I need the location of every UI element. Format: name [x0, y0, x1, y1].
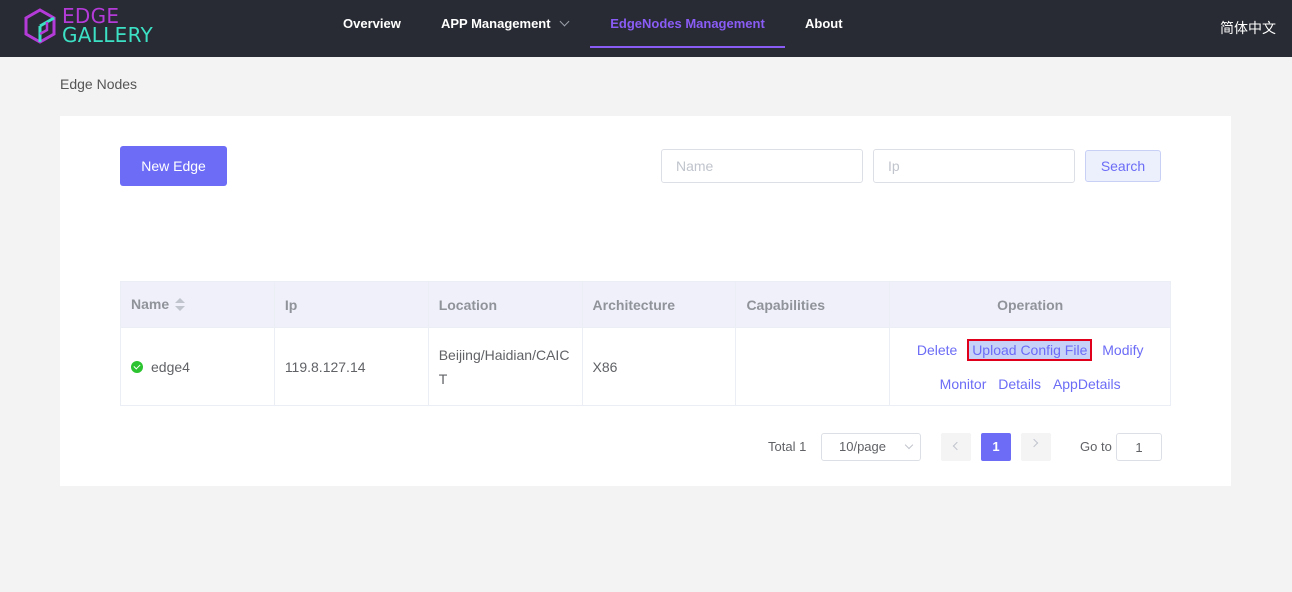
ip-search-input[interactable]	[873, 149, 1075, 183]
cell-operation: Delete Upload Config File Modify Monitor…	[889, 327, 1171, 406]
goto-page-input[interactable]	[1116, 433, 1162, 461]
chevron-right-icon	[1029, 438, 1039, 448]
logo-line-gallery: GALLERY	[62, 23, 154, 47]
nav-overview-label: Overview	[343, 16, 401, 31]
logo-text: EDGE GALLERY	[62, 6, 154, 47]
nav-about[interactable]: About	[805, 0, 843, 48]
top-nav-bar: EDGE GALLERY Overview APP Management Edg…	[0, 0, 1292, 57]
cell-ip: 119.8.127.14	[273, 327, 429, 406]
column-header-name[interactable]: Name	[120, 281, 275, 328]
column-header-operation: Operation	[889, 281, 1171, 328]
operation-row-1: Delete Upload Config File Modify	[900, 333, 1160, 367]
upload-config-file-link[interactable]: Upload Config File	[967, 338, 1093, 361]
page-size-select[interactable]: 10/page	[821, 433, 921, 461]
breadcrumb: Edge Nodes	[60, 76, 138, 92]
modify-link[interactable]: Modify	[1102, 342, 1143, 358]
sort-icon[interactable]	[175, 297, 186, 312]
table-header-row: Name Ip Location Architecture Capabiliti…	[120, 281, 1171, 328]
column-header-location: Location	[427, 281, 583, 328]
nav-app-management[interactable]: APP Management	[441, 0, 570, 48]
nav-edgenodes-management[interactable]: EdgeNodes Management	[590, 0, 785, 48]
language-switch[interactable]: 简体中文	[1220, 18, 1276, 38]
search-button[interactable]: Search	[1085, 150, 1161, 182]
column-header-ip: Ip	[273, 281, 429, 328]
cell-name: edge4	[120, 327, 275, 406]
edge-nodes-table: Name Ip Location Architecture Capabiliti…	[120, 281, 1171, 406]
cell-location: Beijing/Haidian/CAICT	[427, 327, 583, 406]
details-link[interactable]: Details	[998, 376, 1041, 392]
edgegallery-logo[interactable]: EDGE GALLERY	[24, 6, 164, 47]
page-size-value: 10/page	[839, 439, 886, 454]
prev-page-button[interactable]	[941, 433, 971, 461]
node-name: edge4	[151, 358, 190, 375]
chevron-left-icon	[952, 441, 962, 451]
next-page-button[interactable]	[1021, 433, 1051, 461]
cell-capabilities	[735, 327, 891, 406]
new-edge-button[interactable]: New Edge	[120, 146, 227, 186]
page-number-1[interactable]: 1	[981, 433, 1011, 461]
cube-logo-icon	[24, 8, 56, 44]
chevron-down-icon	[904, 440, 914, 450]
column-header-name-label: Name	[131, 296, 170, 313]
appdetails-link[interactable]: AppDetails	[1053, 376, 1121, 392]
nav-edgenodes-management-label: EdgeNodes Management	[610, 16, 765, 31]
nav-overview[interactable]: Overview	[343, 0, 401, 48]
table-row: edge4 119.8.127.14 Beijing/Haidian/CAICT…	[120, 327, 1171, 406]
delete-link[interactable]: Delete	[917, 342, 957, 358]
nav-app-management-label: APP Management	[441, 16, 551, 31]
monitor-link[interactable]: Monitor	[940, 376, 987, 392]
nav-about-label: About	[805, 16, 843, 31]
goto-label: Go to	[1080, 439, 1112, 454]
pagination-total: Total 1	[768, 439, 807, 454]
column-header-capabilities: Capabilities	[735, 281, 891, 328]
operation-row-2: Monitor Details AppDetails	[900, 367, 1160, 401]
column-header-architecture: Architecture	[581, 281, 737, 328]
online-status-icon	[131, 360, 143, 373]
chevron-down-icon	[559, 16, 570, 27]
cell-architecture: X86	[581, 327, 737, 406]
name-search-input[interactable]	[661, 149, 863, 183]
edge-nodes-panel: New Edge Search Name Ip Location Archite…	[60, 116, 1231, 486]
